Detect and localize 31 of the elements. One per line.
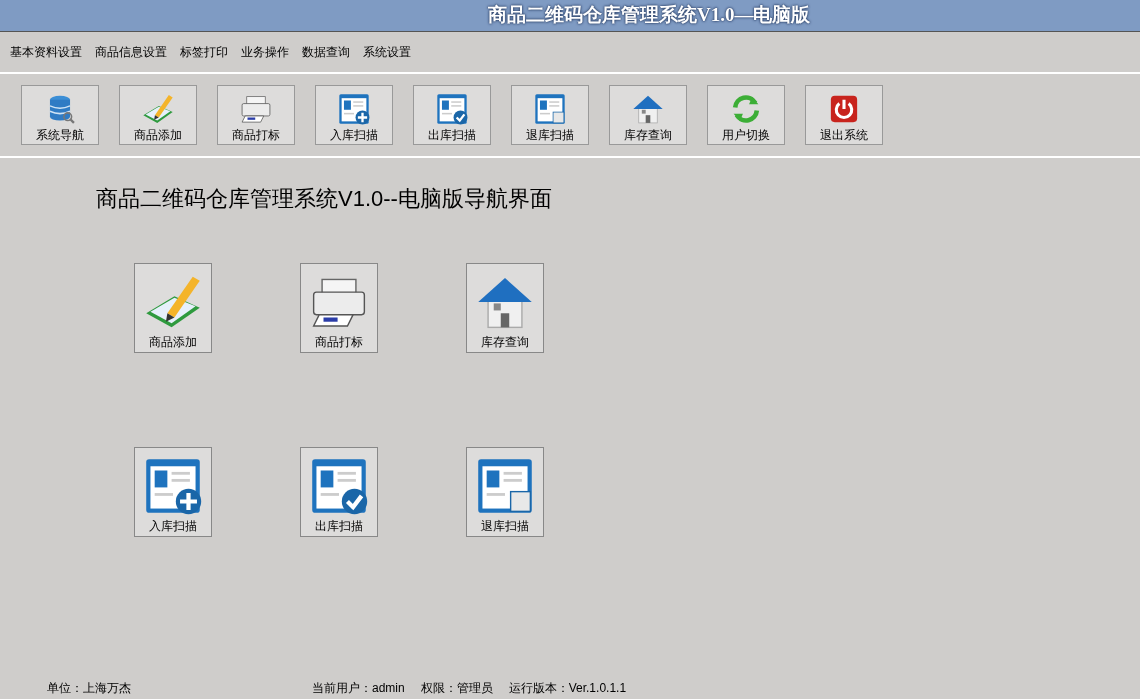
menu-item[interactable]: 基本资料设置	[10, 43, 82, 61]
toolbar-button[interactable]: 退出系统	[805, 85, 883, 145]
menu-item[interactable]: 标签打印	[180, 43, 228, 61]
menu-item[interactable]: 系统设置	[363, 43, 411, 61]
toolbar-button[interactable]: 商品添加	[119, 85, 197, 145]
toolbar-button[interactable]: 系统导航	[21, 85, 99, 145]
nav-button[interactable]: 入库扫描	[134, 447, 212, 537]
nav-button[interactable]: 商品添加	[134, 263, 212, 353]
unit-label: 单位：上海万杰	[47, 680, 131, 697]
nav-button[interactable]: 商品打标	[300, 263, 378, 353]
nav-button[interactable]: 库存查询	[466, 263, 544, 353]
menu-item[interactable]: 业务操作	[241, 43, 289, 61]
window-title: 商品二维码仓库管理系统V1.0—电脑版	[488, 3, 811, 28]
version-label: 运行版本：Ver.1.0.1.1	[508, 680, 627, 697]
document-icon	[533, 92, 567, 126]
menu-item[interactable]: 商品信息设置	[95, 43, 167, 61]
toolbar-button[interactable]: 退库扫描	[511, 85, 589, 145]
pencil-book-icon	[141, 92, 175, 126]
toolbar-button[interactable]: 入库扫描	[315, 85, 393, 145]
page-heading: 商品二维码仓库管理系统V1.0--电脑版导航界面	[96, 186, 552, 211]
document-plus-icon	[337, 92, 371, 126]
toolbar-button[interactable]: 库存查询	[609, 85, 687, 145]
document-check-icon	[435, 92, 469, 126]
toolbar-button[interactable]: 商品打标	[217, 85, 295, 145]
nav-button[interactable]: 出库扫描	[300, 447, 378, 537]
user-label: 当前用户：admin	[312, 680, 405, 697]
toolbar-button[interactable]: 用户切换	[707, 85, 785, 145]
toolbar-button[interactable]: 出库扫描	[413, 85, 491, 145]
nav-button[interactable]: 退库扫描	[466, 447, 544, 537]
role-label: 权限：管理员	[420, 680, 493, 697]
menu-item[interactable]: 数据查询	[302, 43, 350, 61]
